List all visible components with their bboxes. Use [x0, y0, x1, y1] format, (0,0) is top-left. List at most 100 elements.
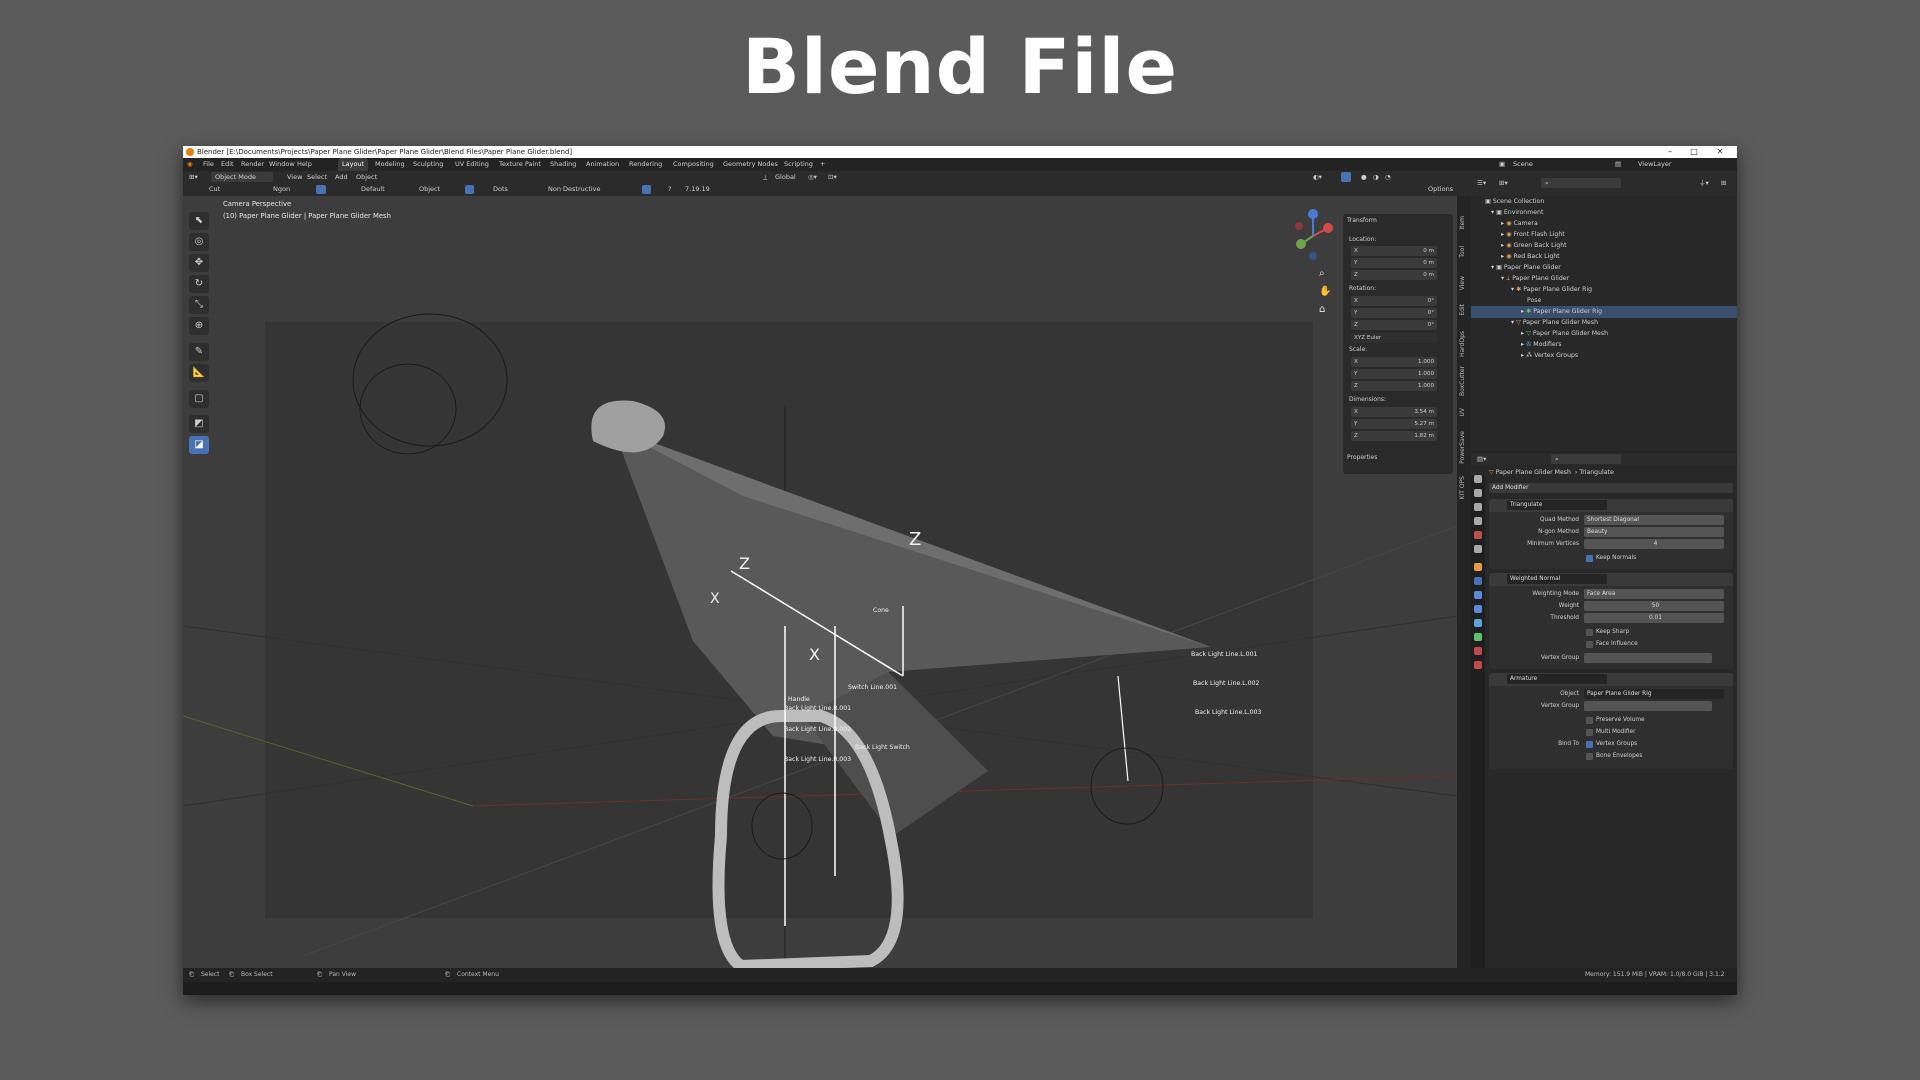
tab-uv[interactable]: UV [1459, 408, 1466, 417]
dimension-x-field[interactable]: X 3.54 m [1351, 407, 1437, 417]
annotate-tool-icon[interactable]: ✎ [189, 343, 209, 361]
scale-y-field[interactable]: Y 1.000 [1351, 369, 1437, 379]
display-mode-icon[interactable]: ⊞▾ [1499, 177, 1508, 189]
armature-vgroup-field[interactable] [1584, 701, 1712, 711]
blender-menu-icon[interactable]: ◉ [187, 158, 193, 171]
add-cube-tool-icon[interactable]: ▢ [189, 390, 209, 408]
boxcutter-tool-icon[interactable]: ◩ [189, 415, 209, 433]
dimension-z-field[interactable]: Z 1.82 m [1351, 431, 1437, 441]
tab-powersave[interactable]: PowerSave [1459, 431, 1466, 464]
tab-compositing[interactable]: Compositing [673, 158, 714, 171]
preserve-volume-checkbox[interactable] [1586, 717, 1593, 724]
tab-geometry-nodes[interactable]: Geometry Nodes [723, 158, 778, 171]
tab-uv-editing[interactable]: UV Editing [455, 158, 489, 171]
transform-panel-title[interactable]: Transform [1347, 217, 1377, 224]
default-dropdown[interactable]: Default [361, 183, 385, 195]
maximize-icon[interactable]: □ [1683, 146, 1705, 158]
object-mode-dropdown[interactable]: Object Mode [215, 171, 256, 183]
rotation-x-field[interactable]: X 0° [1351, 296, 1437, 306]
dimension-y-field[interactable]: Y 5.27 m [1351, 419, 1437, 429]
particles-props-icon[interactable] [1474, 591, 1482, 599]
menu-object[interactable]: Object [356, 171, 377, 183]
tab-sculpting[interactable]: Sculpting [413, 158, 443, 171]
menu-help[interactable]: Help [297, 158, 312, 171]
snap-icon[interactable]: ⊡▾ [828, 171, 837, 183]
material-props-icon[interactable] [1474, 647, 1482, 655]
scene-selector[interactable]: Scene [1513, 158, 1533, 171]
keep-normals-checkbox[interactable] [1586, 555, 1593, 562]
threshold-field[interactable]: 0.01 [1584, 613, 1724, 623]
modifier-props-icon[interactable] [1474, 577, 1482, 585]
menu-view[interactable]: View [287, 171, 302, 183]
viewlayer-selector[interactable]: ViewLayer [1638, 158, 1672, 171]
measure-tool-icon[interactable]: 📐 [189, 364, 209, 382]
shading-material-icon[interactable]: ◑ [1373, 171, 1379, 183]
triangulate-name-field[interactable]: Triangulate [1507, 500, 1607, 510]
tab-kit-ops[interactable]: KIT OPS [1459, 476, 1466, 499]
multi-modifier-checkbox[interactable] [1586, 729, 1593, 736]
tab-boxcutter[interactable]: BoxCutter [1459, 366, 1466, 396]
hops-tool-icon[interactable]: ◪ [189, 436, 209, 454]
add-modifier-dropdown[interactable]: Add Modifier [1489, 483, 1733, 493]
weight-field[interactable]: 50 [1584, 601, 1724, 611]
vertex-group-field[interactable] [1584, 653, 1712, 663]
location-y-field[interactable]: Y0 m [1351, 258, 1437, 268]
scale-tool-icon[interactable]: ⤡ [189, 296, 209, 314]
close-window-icon[interactable]: ✕ [1709, 146, 1731, 158]
euler-dropdown[interactable]: XYZ Euler [1351, 333, 1437, 343]
select-tool-icon[interactable]: ⬉ [189, 212, 209, 230]
tab-shading[interactable]: Shading [550, 158, 576, 171]
physics-props-icon[interactable] [1474, 605, 1482, 613]
tab-rendering[interactable]: Rendering [629, 158, 662, 171]
world-props-icon[interactable] [1474, 545, 1482, 553]
filter-icon[interactable]: ⏚▾ [1699, 177, 1709, 189]
new-collection-icon[interactable]: ⊞ [1721, 177, 1726, 189]
weighting-mode-dropdown[interactable]: Face Area [1584, 589, 1724, 599]
scene-props-icon[interactable] [1474, 531, 1482, 539]
tab-layout[interactable]: Layout [338, 158, 369, 171]
pivot-icon[interactable]: ◎▾ [808, 171, 817, 183]
tab-animation[interactable]: Animation [586, 158, 619, 171]
orientation-dropdown[interactable]: Global [775, 171, 796, 183]
view-layer-props-icon[interactable] [1474, 517, 1482, 525]
weighted-normal-name-field[interactable]: Weighted Normal [1507, 574, 1607, 584]
tab-item[interactable]: Item [1459, 216, 1466, 230]
non-destructive-dropdown[interactable]: Non Destructive [548, 183, 601, 195]
zoom-icon[interactable]: ⌕ [1319, 268, 1325, 279]
output-props-icon[interactable] [1474, 503, 1482, 511]
menu-file[interactable]: File [203, 158, 214, 171]
texture-props-icon[interactable] [1474, 661, 1482, 669]
menu-select[interactable]: Select [307, 171, 327, 183]
data-props-icon[interactable] [1474, 633, 1482, 641]
shading-render-icon[interactable]: ◔ [1385, 171, 1391, 183]
constraints-props-icon[interactable] [1474, 619, 1482, 627]
rotation-y-field[interactable]: Y 0° [1351, 308, 1437, 318]
cut-tool-label[interactable]: Cut [209, 183, 220, 195]
shading-solid-icon[interactable]: ● [1361, 171, 1367, 183]
tab-texture-paint[interactable]: Texture Paint [499, 158, 541, 171]
rotation-z-field[interactable]: Z 0° [1351, 320, 1437, 330]
menu-add[interactable]: Add [335, 171, 348, 183]
location-z-field[interactable]: Z0 m [1351, 270, 1437, 280]
minimize-icon[interactable]: – [1659, 146, 1681, 158]
navigation-gizmo[interactable] [1283, 206, 1343, 266]
cursor-tool-icon[interactable]: ◎ [189, 233, 209, 251]
tab-edit[interactable]: Edit [1459, 304, 1466, 316]
pan-hand-icon[interactable]: ✋ [1319, 286, 1331, 297]
move-tool-icon[interactable]: ✥ [189, 254, 209, 272]
ngon-method-dropdown[interactable]: Beauty [1584, 527, 1724, 537]
outliner-search-icon[interactable]: ⌕ [1545, 177, 1549, 189]
camera-view-icon[interactable]: ⌂ [1319, 304, 1325, 315]
ngon-dropdown[interactable]: Ngon [273, 183, 290, 195]
help-icon[interactable]: ? [668, 183, 671, 195]
vertex-groups-checkbox[interactable] [1586, 741, 1593, 748]
keep-sharp-checkbox[interactable] [1586, 629, 1593, 636]
render-props-icon[interactable] [1474, 489, 1482, 497]
location-x-field[interactable]: X0 m [1351, 246, 1437, 256]
face-influence-checkbox[interactable] [1586, 641, 1593, 648]
tool-props-icon[interactable] [1474, 475, 1482, 483]
scale-x-field[interactable]: X 1.000 [1351, 357, 1437, 367]
tab-hardops[interactable]: HardOps [1459, 331, 1466, 357]
properties-search-icon[interactable]: ⌕ [1555, 453, 1559, 465]
armature-name-field[interactable]: Armature [1507, 674, 1607, 684]
